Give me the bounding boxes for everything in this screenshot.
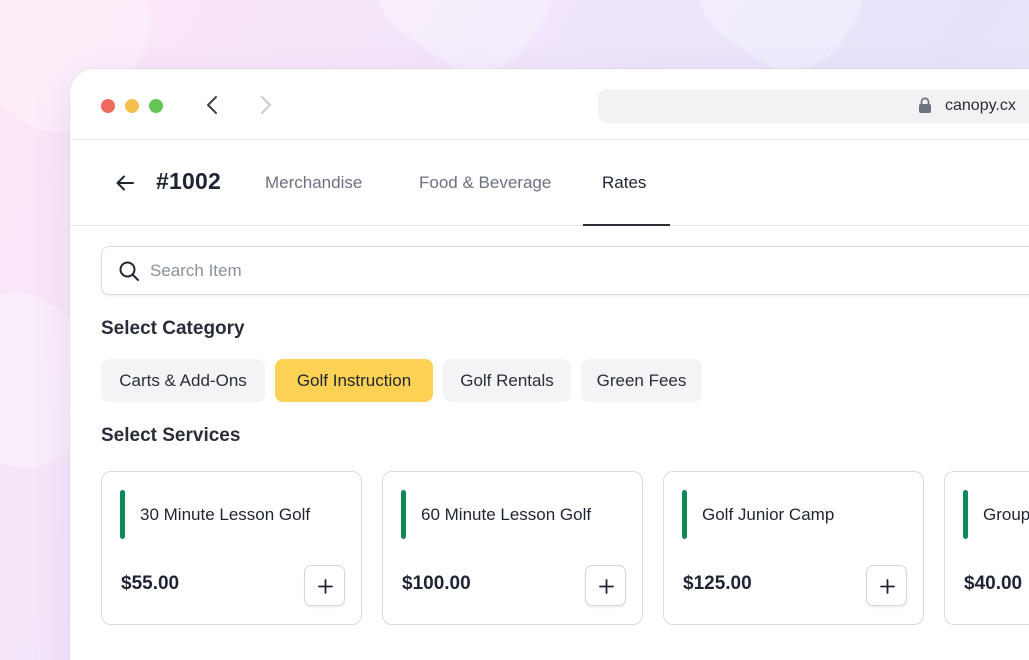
plus-icon <box>318 579 333 594</box>
page-header: #1002 Merchandise Food & Beverage Rates <box>70 140 1029 226</box>
service-price: $125.00 <box>683 573 752 594</box>
service-card[interactable]: Golf Junior Camp $125.00 <box>663 471 924 625</box>
order-number: #1002 <box>156 168 221 194</box>
service-card[interactable]: 60 Minute Lesson Golf $100.00 <box>382 471 643 625</box>
category-chip-green-fees[interactable]: Green Fees <box>581 359 702 402</box>
tab-food-beverage[interactable]: Food & Beverage <box>419 173 551 193</box>
service-accent-bar <box>120 490 125 539</box>
address-bar[interactable]: canopy.cx <box>598 89 1029 123</box>
chevron-right-icon[interactable] <box>253 93 277 117</box>
category-chip-golf-instruction[interactable]: Golf Instruction <box>275 359 433 402</box>
service-name: Group <box>983 505 1029 524</box>
plus-icon <box>599 579 614 594</box>
add-service-button[interactable] <box>585 565 626 606</box>
lock-icon <box>918 97 932 114</box>
minimize-window-dot[interactable] <box>125 99 139 113</box>
select-category-heading: Select Category <box>101 318 245 339</box>
search-box[interactable] <box>101 246 1029 295</box>
service-name: Golf Junior Camp <box>702 505 835 524</box>
active-tab-indicator <box>583 224 670 226</box>
url-text: canopy.cx <box>945 97 1016 114</box>
arrow-left-icon[interactable] <box>114 172 136 194</box>
browser-window: canopy.cx #1002 Merchandise Food & Bever… <box>70 69 1029 660</box>
service-accent-bar <box>682 490 687 539</box>
service-price: $40.00 <box>964 573 1023 594</box>
service-name: 30 Minute Lesson Golf <box>140 505 311 524</box>
browser-titlebar: canopy.cx <box>70 69 1029 140</box>
tab-rates[interactable]: Rates <box>602 173 646 193</box>
category-chip-carts-add-ons[interactable]: Carts & Add-Ons <box>101 359 265 402</box>
service-accent-bar <box>401 490 406 539</box>
service-card[interactable]: Group $40.00 <box>944 471 1029 625</box>
search-input[interactable] <box>150 257 850 285</box>
plus-icon <box>880 579 895 594</box>
service-price: $55.00 <box>121 573 180 594</box>
category-chip-golf-rentals[interactable]: Golf Rentals <box>443 359 571 402</box>
tab-merchandise[interactable]: Merchandise <box>265 173 362 193</box>
service-accent-bar <box>963 490 968 539</box>
add-service-button[interactable] <box>866 565 907 606</box>
maximize-window-dot[interactable] <box>149 99 163 113</box>
service-price: $100.00 <box>402 573 471 594</box>
service-card[interactable]: 30 Minute Lesson Golf $55.00 <box>101 471 362 625</box>
service-name: 60 Minute Lesson Golf <box>421 505 592 524</box>
add-service-button[interactable] <box>304 565 345 606</box>
chevron-left-icon[interactable] <box>201 93 225 117</box>
select-services-heading: Select Services <box>101 425 241 446</box>
search-icon <box>118 260 140 282</box>
close-window-dot[interactable] <box>101 99 115 113</box>
